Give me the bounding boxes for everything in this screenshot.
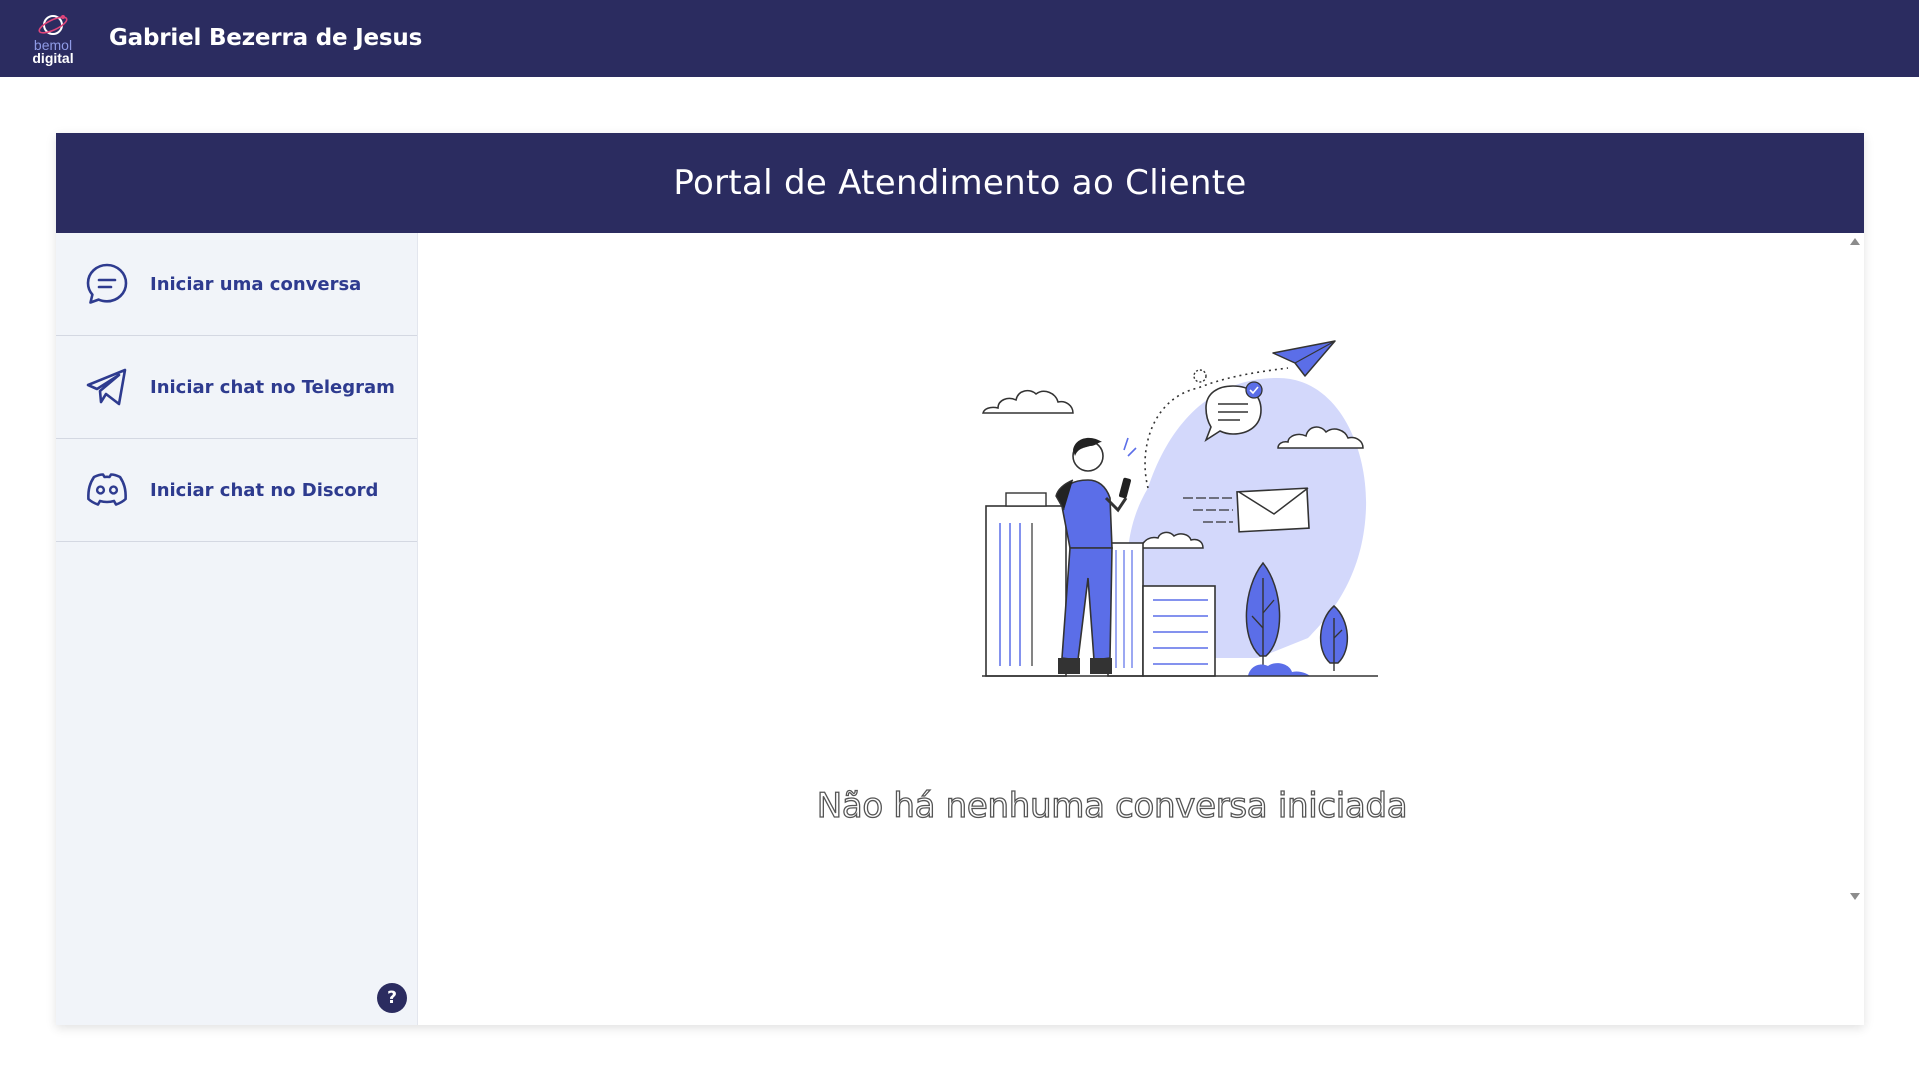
conversation-panel: Não há nenhuma conversa iniciada — [418, 233, 1864, 1025]
sidebar-item-discord[interactable]: Iniciar chat no Discord — [56, 439, 417, 542]
logo-text-digital: digital — [32, 50, 74, 66]
sidebar-item-telegram[interactable]: Iniciar chat no Telegram — [56, 336, 417, 439]
sidebar-item-label: Iniciar chat no Discord — [150, 479, 379, 501]
portal-title: Portal de Atendimento ao Cliente — [673, 163, 1247, 203]
chat-bubble-icon — [86, 263, 128, 304]
scroll-down-arrow-icon[interactable] — [1850, 893, 1860, 900]
scroll-up-arrow-icon[interactable] — [1850, 238, 1860, 245]
sidebar-item-label: Iniciar uma conversa — [150, 273, 362, 295]
telegram-icon — [86, 368, 127, 406]
discord-icon — [87, 473, 127, 506]
help-button[interactable]: ? — [377, 983, 407, 1013]
empty-state-illustration — [982, 340, 1378, 677]
portal-header: Portal de Atendimento ao Cliente — [56, 133, 1864, 233]
bemol-digital-logo[interactable]: bemol digital — [30, 9, 76, 69]
top-bar: bemol digital Gabriel Bezerra de Jesus — [0, 0, 1919, 77]
portal-card: Portal de Atendimento ao Cliente Iniciar… — [56, 133, 1864, 1025]
sidebar: Iniciar uma conversa Iniciar chat no Tel… — [56, 233, 418, 1025]
sidebar-item-label: Iniciar chat no Telegram — [150, 376, 395, 398]
sidebar-item-start-conversation[interactable]: Iniciar uma conversa — [56, 233, 417, 336]
user-name: Gabriel Bezerra de Jesus — [109, 25, 423, 51]
empty-conversation-message: Não há nenhuma conversa iniciada — [816, 785, 1408, 826]
